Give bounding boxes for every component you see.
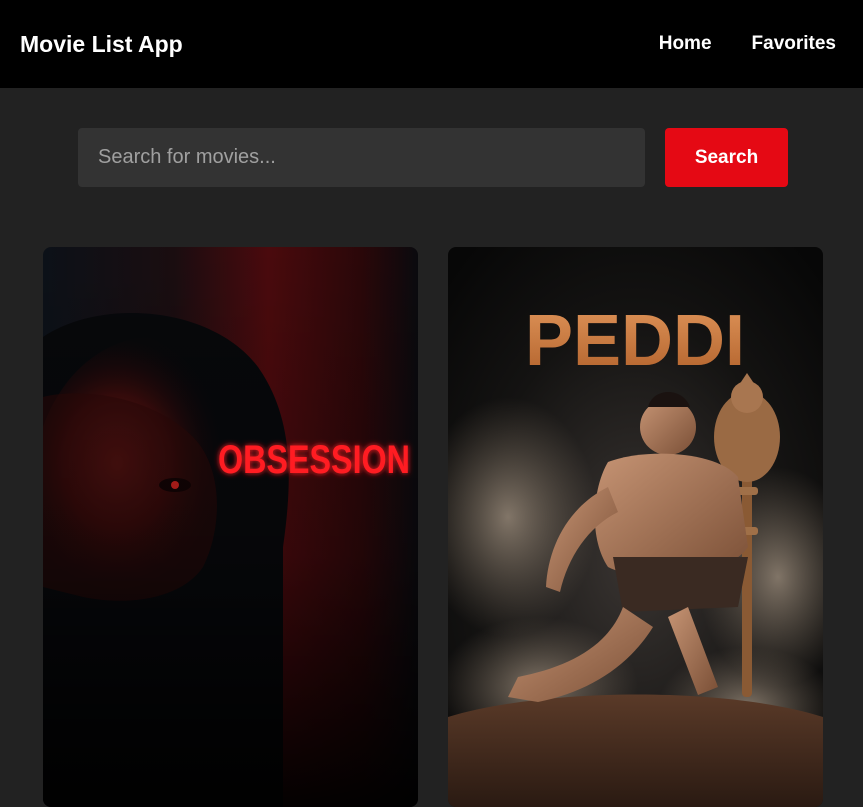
app-title[interactable]: Movie List App <box>20 31 183 58</box>
search-input[interactable] <box>78 128 645 187</box>
poster-title-obsession: OBSESSION <box>218 438 410 482</box>
search-form: Search <box>78 128 788 187</box>
nav-home-link[interactable]: Home <box>659 33 712 55</box>
movie-card-obsession[interactable]: OBSESSION <box>43 247 418 807</box>
search-button[interactable]: Search <box>665 128 788 187</box>
movie-poster-obsession: OBSESSION <box>43 247 418 807</box>
movie-card-peddi[interactable]: PEDDI <box>448 247 823 807</box>
movie-poster-peddi: PEDDI <box>448 247 823 807</box>
nav-links: Home Favorites <box>659 33 836 55</box>
navbar: Movie List App Home Favorites <box>0 0 863 88</box>
poster-title-peddi: PEDDI <box>525 301 745 381</box>
nav-favorites-link[interactable]: Favorites <box>752 33 836 55</box>
